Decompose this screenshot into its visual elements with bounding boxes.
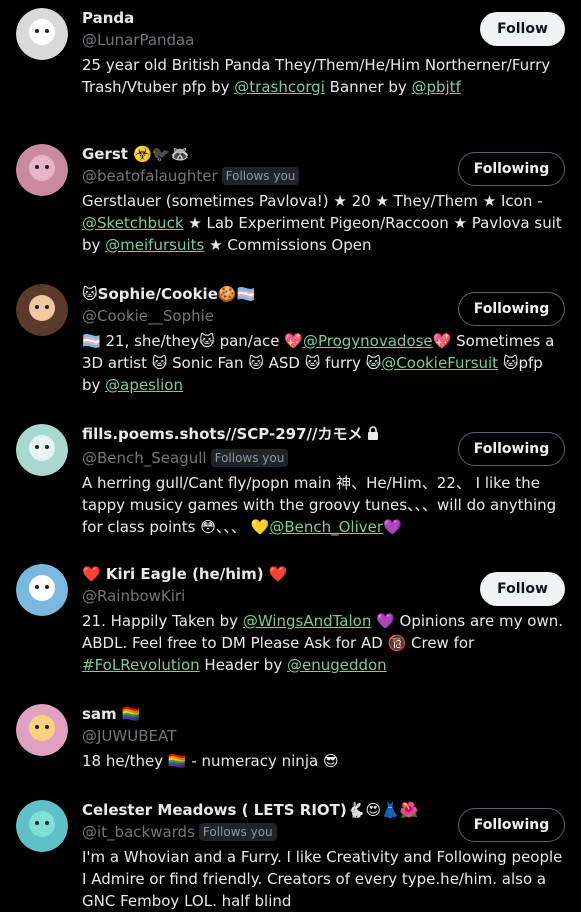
bio-link[interactable]: #FoLRevolution <box>82 656 200 674</box>
bio: 🏳️‍⚧️ 21, she/they🐱 pan/ace 💖@Progynovad… <box>82 330 565 396</box>
bio-link[interactable]: @CookieFursuit <box>381 354 498 372</box>
bio-text: Banner by <box>324 78 412 96</box>
handle[interactable]: @RainbowKiri <box>82 587 185 605</box>
avatar[interactable] <box>16 564 68 616</box>
bio-text: 🏳️‍⚧️ 21, she/they🐱 pan/ace 💖 <box>82 332 303 350</box>
avatar[interactable] <box>16 800 68 852</box>
bio: 21. Happily Taken by @WingsAndTalon 💜 Op… <box>82 610 565 676</box>
avatar[interactable] <box>16 704 68 756</box>
bio-text: 💜 <box>383 518 402 536</box>
following-button[interactable]: Following <box>458 292 565 326</box>
handle-line: @JUWUBEAT <box>82 726 565 746</box>
handle[interactable]: @beatofalaughter <box>82 167 218 185</box>
follow-button[interactable]: Follow <box>480 12 565 46</box>
following-button[interactable]: Following <box>458 432 565 466</box>
follow-button[interactable]: Follow <box>480 572 565 606</box>
avatar[interactable] <box>16 424 68 476</box>
bio: 25 year old British Panda They/Them/He/H… <box>82 54 565 98</box>
bio: I'm a Whovian and a Furry. I like Creati… <box>82 846 565 912</box>
following-button[interactable]: Following <box>458 152 565 186</box>
follows-you-badge: Follows you <box>210 449 289 467</box>
handle[interactable]: @LunarPandaa <box>82 31 194 49</box>
handle[interactable]: @Cookie__Sophie <box>82 307 214 325</box>
avatar[interactable] <box>16 284 68 336</box>
bio-text: 21. Happily Taken by <box>82 612 243 630</box>
lock-icon <box>365 425 381 446</box>
bio-text: I'm a Whovian and a Furry. I like Creati… <box>82 848 563 910</box>
bio-link[interactable]: @enugeddon <box>287 656 387 674</box>
display-name[interactable]: sam 🏳️‍🌈 <box>82 704 565 724</box>
bio-link[interactable]: @Progynovadose <box>303 332 433 350</box>
bio-link[interactable]: @meifursuits <box>105 236 204 254</box>
bio-text: ★ Commissions Open <box>204 236 372 254</box>
bio-link[interactable]: @trashcorgi <box>234 78 325 96</box>
handle[interactable]: @JUWUBEAT <box>82 727 176 745</box>
handle[interactable]: @Bench_Seagull <box>82 449 207 467</box>
avatar[interactable] <box>16 8 68 60</box>
bio-link[interactable]: @pbjtf <box>412 78 461 96</box>
bio-link[interactable]: @apeslion <box>105 376 183 394</box>
follows-you-badge: Follows you <box>198 823 277 841</box>
bio-link[interactable]: @Sketchbuck <box>82 214 184 232</box>
bio-text: Gerstlauer (sometimes Pavlova!) ★ 20 ★ T… <box>82 192 543 210</box>
avatar[interactable] <box>16 144 68 196</box>
following-button[interactable]: Following <box>458 808 565 842</box>
bio: A herring gull/Cant fly/popn main 神、He/H… <box>82 472 565 538</box>
account-content: sam 🏳️‍🌈 @JUWUBEAT 18 he/they 🏳️‍🌈 - numer… <box>82 704 565 772</box>
follows-you-badge: Follows you <box>221 167 300 185</box>
bio-link[interactable]: @WingsAndTalon <box>243 612 372 630</box>
bio-link[interactable]: @Bench_Oliver <box>269 518 383 536</box>
bio-text: 18 he/they 🏳️‍🌈 - numeracy ninja 😎 <box>82 752 339 770</box>
bio: 18 he/they 🏳️‍🌈 - numeracy ninja 😎 <box>82 750 565 772</box>
bio-text: Header by <box>199 656 287 674</box>
handle[interactable]: @it_backwards <box>82 823 195 841</box>
bio: Gerstlauer (sometimes Pavlova!) ★ 20 ★ T… <box>82 190 565 256</box>
